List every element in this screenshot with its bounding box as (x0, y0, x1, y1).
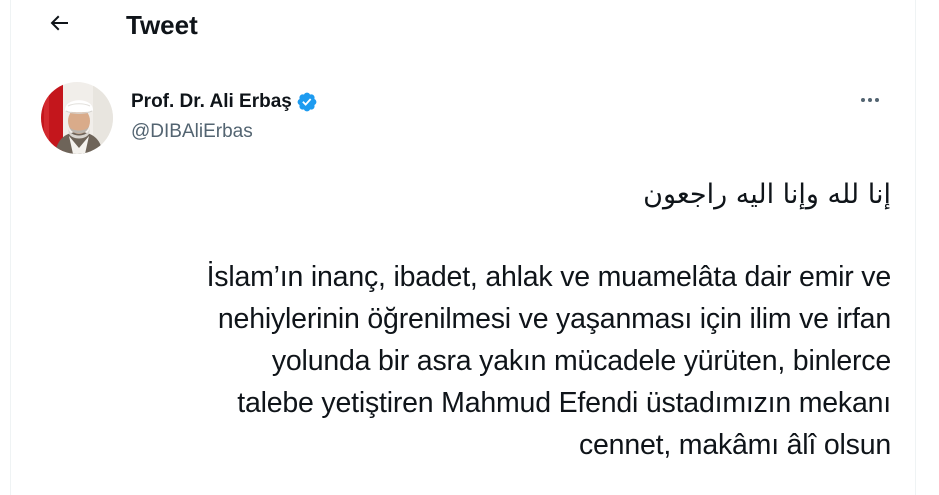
author-name-link[interactable]: Prof. Dr. Ali Erbaş (131, 90, 318, 114)
tweet-line: nehiylerinin öğrenilmesi ve yaşanması iç… (217, 303, 891, 335)
avatar[interactable] (41, 82, 113, 154)
tweet-text: إنا لله وإنا اليه راجعون İslam’ın inanç,… (41, 176, 892, 466)
back-button[interactable] (41, 7, 77, 43)
tweet-line: talebe yetiştiren Mahmud Efendi üstadımı… (237, 387, 891, 419)
page-title: Tweet (126, 10, 198, 40)
tweet-line: cennet, makâmı âlî olsun (578, 429, 891, 461)
arrow-left-icon (47, 11, 71, 40)
author-name: Prof. Dr. Ali Erbaş (131, 91, 292, 112)
tweet-line: İslam’ın inanç, ibadet, ahlak ve muamelâ… (206, 261, 892, 293)
verified-badge-icon (296, 91, 318, 113)
tweet-arabic-line: إنا لله وإنا اليه راجعون (643, 179, 891, 210)
more-horizontal-icon (858, 88, 882, 117)
tweet-turkish-text: İslam’ın inanç, ibadet, ahlak ve muamelâ… (41, 256, 892, 466)
tweet-column: Tweet Prof. Dr. Ali Erbaş @DIBAliErbas إ… (10, 0, 916, 495)
author-handle[interactable]: @DIBAliErbas (131, 120, 253, 144)
tweet-header: Tweet (11, 0, 915, 53)
more-options-button[interactable] (851, 86, 889, 118)
tweet-line: yolunda bir asra yakın mücadele yürüten,… (271, 345, 891, 377)
